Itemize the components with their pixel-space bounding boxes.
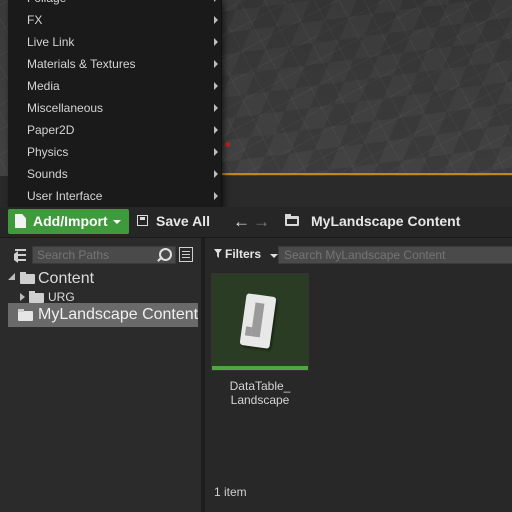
- expand-arrow-icon[interactable]: [8, 273, 15, 280]
- menu-item-materials-textures[interactable]: Materials & Textures: [8, 53, 221, 75]
- menu-item-paper2d[interactable]: Paper2D: [8, 119, 221, 141]
- submenu-arrow-icon: [214, 60, 218, 68]
- menu-item-miscellaneous[interactable]: Miscellaneous: [8, 97, 221, 119]
- content-browser-toolbar: Add/Import Save All ← → MyLandscape Cont…: [0, 207, 512, 238]
- back-arrow-icon[interactable]: ←: [233, 212, 250, 232]
- filters-label: Filters: [225, 247, 262, 261]
- add-import-label: Add/Import: [33, 213, 108, 229]
- chevron-down-icon: [270, 254, 278, 258]
- viewport-horizon-line: [220, 173, 512, 175]
- chevron-down-icon: [113, 220, 121, 224]
- sources-panel: Content URG MyLandscape Content: [0, 238, 201, 512]
- item-count-status: 1 item: [214, 485, 247, 499]
- save-all-label: Save All: [156, 213, 210, 229]
- submenu-arrow-icon: [214, 38, 218, 46]
- submenu-arrow-icon: [214, 16, 218, 24]
- tree-item-label: MyLandscape Content: [38, 306, 199, 323]
- submenu-arrow-icon: [214, 126, 218, 134]
- add-import-button[interactable]: Add/Import: [8, 209, 129, 234]
- submenu-arrow-icon: [214, 148, 218, 156]
- submenu-arrow-icon: [214, 82, 218, 90]
- asset-view-panel: Filters DataTable_ Landscape 1 item: [205, 238, 512, 512]
- forward-arrow-icon[interactable]: →: [253, 212, 270, 232]
- menu-item-foliage[interactable]: Foliage: [8, 0, 221, 9]
- menu-item-media[interactable]: Media: [8, 75, 221, 97]
- asset-thumbnail: [212, 274, 308, 366]
- folder-icon: [285, 214, 299, 226]
- menu-item-physics[interactable]: Physics: [8, 141, 221, 163]
- add-import-dropdown-menu: Foliage FX Live Link Materials & Texture…: [8, 0, 222, 207]
- viewport-marker: [225, 142, 230, 147]
- asset-tile-datatable-landscape[interactable]: [211, 273, 309, 371]
- tree-item-label: Content: [38, 270, 95, 287]
- menu-item-fx[interactable]: FX: [8, 9, 221, 31]
- data-table-icon: [239, 293, 277, 349]
- submenu-arrow-icon: [214, 0, 218, 2]
- submenu-arrow-icon: [214, 170, 218, 178]
- submenu-arrow-icon: [214, 104, 218, 112]
- menu-item-user-interface[interactable]: User Interface: [8, 185, 221, 207]
- toggle-sources-panel-icon[interactable]: [10, 247, 26, 263]
- new-document-icon: [15, 214, 26, 228]
- menu-item-live-link[interactable]: Live Link: [8, 31, 221, 53]
- filter-funnel-icon: [214, 249, 222, 258]
- save-disk-icon: [137, 215, 148, 226]
- folder-icon: [18, 309, 33, 321]
- folder-icon: [20, 272, 35, 284]
- asset-name-label: DataTable_ Landscape: [229, 379, 291, 407]
- menu-item-sounds[interactable]: Sounds: [8, 163, 221, 185]
- asset-type-color-bar: [212, 366, 308, 370]
- breadcrumb-current-folder[interactable]: MyLandscape Content: [311, 213, 460, 229]
- tree-item-label: URG: [48, 290, 75, 304]
- view-options-icon[interactable]: [179, 247, 193, 262]
- tree-item-mylandscape-content[interactable]: MyLandscape Content: [8, 303, 198, 327]
- search-icon[interactable]: [159, 248, 172, 261]
- collapsed-arrow-icon[interactable]: [20, 293, 25, 301]
- submenu-arrow-icon: [214, 192, 218, 200]
- folder-icon: [29, 291, 44, 303]
- search-assets-input[interactable]: [278, 246, 512, 264]
- search-paths-input[interactable]: [32, 246, 176, 264]
